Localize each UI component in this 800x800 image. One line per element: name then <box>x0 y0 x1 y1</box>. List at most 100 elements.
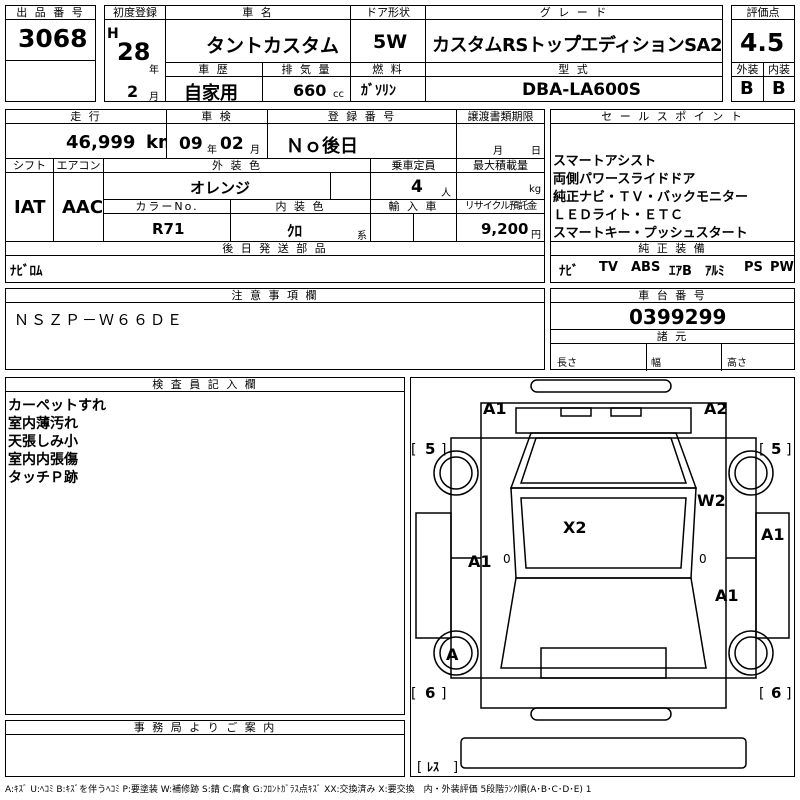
spare-tire: ﾚｽ <box>427 760 439 774</box>
int-color-label: 内 装 色 <box>231 200 370 214</box>
sales-point-2: 両側パワースライドドア <box>553 172 696 187</box>
spare-open: [ <box>417 760 422 775</box>
notes-label: 注 意 事 項 欄 <box>6 289 544 303</box>
capacity-box: 乗車定員 4 人 <box>370 158 457 200</box>
first-reg-month: 2 <box>127 82 139 101</box>
tire-rl-close: ] <box>441 686 446 702</box>
later-parts: ﾅﾋﾞﾛﾑ <box>10 264 43 279</box>
mark-a-rear: A <box>446 645 459 664</box>
first-reg-box: 初度登録 H 28 年 2 月 <box>104 5 166 103</box>
zero-left: 0 <box>503 552 511 566</box>
model-box: 型 式 DBA-LA600S <box>425 62 723 102</box>
later-parts-label: 後 日 発 送 部 品 <box>6 242 544 256</box>
int-score: B <box>772 78 786 99</box>
color-no-box: カラーNo. R71 <box>103 199 231 242</box>
door: 5W <box>373 31 408 53</box>
lot-no-box: 出 品 番 号 3068 <box>5 5 96 61</box>
inspection-month: 02 <box>220 134 244 154</box>
reg-no: Ｎｏ後日 <box>286 136 358 157</box>
inspection-label: 車 検 <box>167 110 267 124</box>
equip-box: 純 正 装 備 ﾅﾋﾞ TV ABS ｴｱB ｱﾙﾐ PS PW <box>550 241 795 283</box>
inspector-line-3: 天張しみ小 <box>8 434 78 450</box>
mark-a1-front-left: A1 <box>483 399 507 418</box>
month-unit: 月 <box>149 92 159 103</box>
tire-fr-close: ] <box>786 442 791 458</box>
inspector-line-4: 室内内張傷 <box>8 452 78 468</box>
spec-height-label: 高さ <box>727 358 747 369</box>
ext-score: B <box>740 78 754 99</box>
shift-label: シフト <box>6 159 53 173</box>
int-color-unit: 系 <box>357 231 367 242</box>
ext-color-label: 外 装 色 <box>104 159 370 173</box>
notes-text: ＮＳＺＰ－Ｗ６６ＤＥ <box>14 311 185 329</box>
transfer-box: 譲渡書類期限 月 日 <box>456 109 545 159</box>
sales-point-4: ＬＥＤライト・ＥＴＣ <box>553 208 684 223</box>
int-box: 内装 B <box>763 62 795 102</box>
capacity-unit: 人 <box>441 188 451 199</box>
mileage: 46,999 <box>66 132 136 153</box>
transfer-label: 譲渡書類期限 <box>457 110 544 124</box>
mark-w2: W2 <box>697 491 726 510</box>
shift-box: シフト IAT <box>5 158 54 242</box>
tire-fl-open: [ <box>411 442 416 458</box>
displacement-box: 排 気 量 660 cc <box>262 62 351 102</box>
first-reg-year: 28 <box>117 38 151 66</box>
chassis-no: 0399299 <box>629 305 727 329</box>
tire-rr-close: ] <box>786 686 791 702</box>
chassis-label: 車 台 番 号 <box>551 289 794 303</box>
office-label: 事 務 局 よ り ご 案 内 <box>6 721 404 735</box>
history-label: 車 歴 <box>166 63 262 77</box>
shift: IAT <box>14 197 46 218</box>
office-box: 事 務 局 よ り ご 案 内 <box>5 720 405 777</box>
recycle: 9,200 <box>481 220 529 238</box>
equip-abs: ABS <box>631 260 661 275</box>
int-label: 内装 <box>764 63 794 77</box>
notes-box: 注 意 事 項 欄 ＮＳＺＰ－Ｗ６６ＤＥ <box>5 288 545 370</box>
history: 自家用 <box>184 83 238 104</box>
fuel-label: 燃 料 <box>351 63 425 77</box>
lot-no-label: 出 品 番 号 <box>6 6 95 20</box>
tire-fl-close: ] <box>441 442 446 458</box>
model-label: 型 式 <box>426 63 722 77</box>
mark-a1-right-front: A1 <box>761 525 785 544</box>
int-color-box: 内 装 色 ｸﾛ 系 <box>230 199 371 242</box>
tire-rl-depth: 6 <box>425 684 435 702</box>
equip-airbag: ｴｱB <box>669 264 692 279</box>
ext-color: オレンジ <box>190 179 251 197</box>
tire-rl-open: [ <box>411 686 416 702</box>
inspector-line-2: 室内薄汚れ <box>8 416 78 432</box>
displacement-label: 排 気 量 <box>263 63 350 77</box>
ac-box: エアコン AAC <box>53 158 104 242</box>
grade: カスタムRSトップ゚エディションSA2 <box>432 35 722 56</box>
ext-color-box: 外 装 色 オレンジ <box>103 158 371 201</box>
door-box: ドア形状 5W <box>350 5 426 63</box>
score-box: 評価点 4.5 <box>731 5 795 63</box>
ext-box: 外装 B <box>731 62 764 102</box>
inspection-year: 09 <box>179 134 203 154</box>
sales-points-box: セ ー ル ス ポ イ ン ト スマートアシスト 両側パワースライドドア 純正ナ… <box>550 109 795 242</box>
inspection-month-unit: 月 <box>250 145 260 156</box>
score: 4.5 <box>740 28 785 57</box>
tire-rr-open: [ <box>759 686 764 702</box>
load-label: 最大積載量 <box>457 159 544 173</box>
color-no: R71 <box>152 220 185 238</box>
equip-ps: PS <box>744 260 763 275</box>
mileage-box: 走 行 46,999 km <box>5 109 177 159</box>
capacity-label: 乗車定員 <box>371 159 456 173</box>
model: DBA-LA600S <box>522 80 641 100</box>
inspection-box: 車 検 09 年 02 月 <box>166 109 268 159</box>
grade-label: グ レ ー ド <box>426 6 722 20</box>
equip-tv: TV <box>599 260 618 275</box>
mark-x2: X2 <box>563 518 586 537</box>
equip-label: 純 正 装 備 <box>551 242 794 256</box>
car-diagram-box: A1 A2 W2 X2 A1 A1 A1 A 0 0 [ 5 ] [ 5 ] [… <box>410 377 795 777</box>
ac: AAC <box>62 197 104 218</box>
sales-point-5: スマートキー・プッシュスタート <box>553 226 748 241</box>
mark-a1-left: A1 <box>468 552 492 571</box>
equip-navi: ﾅﾋﾞ <box>559 264 579 279</box>
car-diagram: A1 A2 W2 X2 A1 A1 A1 A 0 0 [ 5 ] [ 5 ] [… <box>411 379 791 775</box>
import-box: 輸 入 車 <box>370 199 457 243</box>
later-parts-box: 後 日 発 送 部 品 ﾅﾋﾞﾛﾑ <box>5 241 545 283</box>
import-label: 輸 入 車 <box>371 200 456 214</box>
reg-no-box: 登 録 番 号 Ｎｏ後日 <box>267 109 457 159</box>
